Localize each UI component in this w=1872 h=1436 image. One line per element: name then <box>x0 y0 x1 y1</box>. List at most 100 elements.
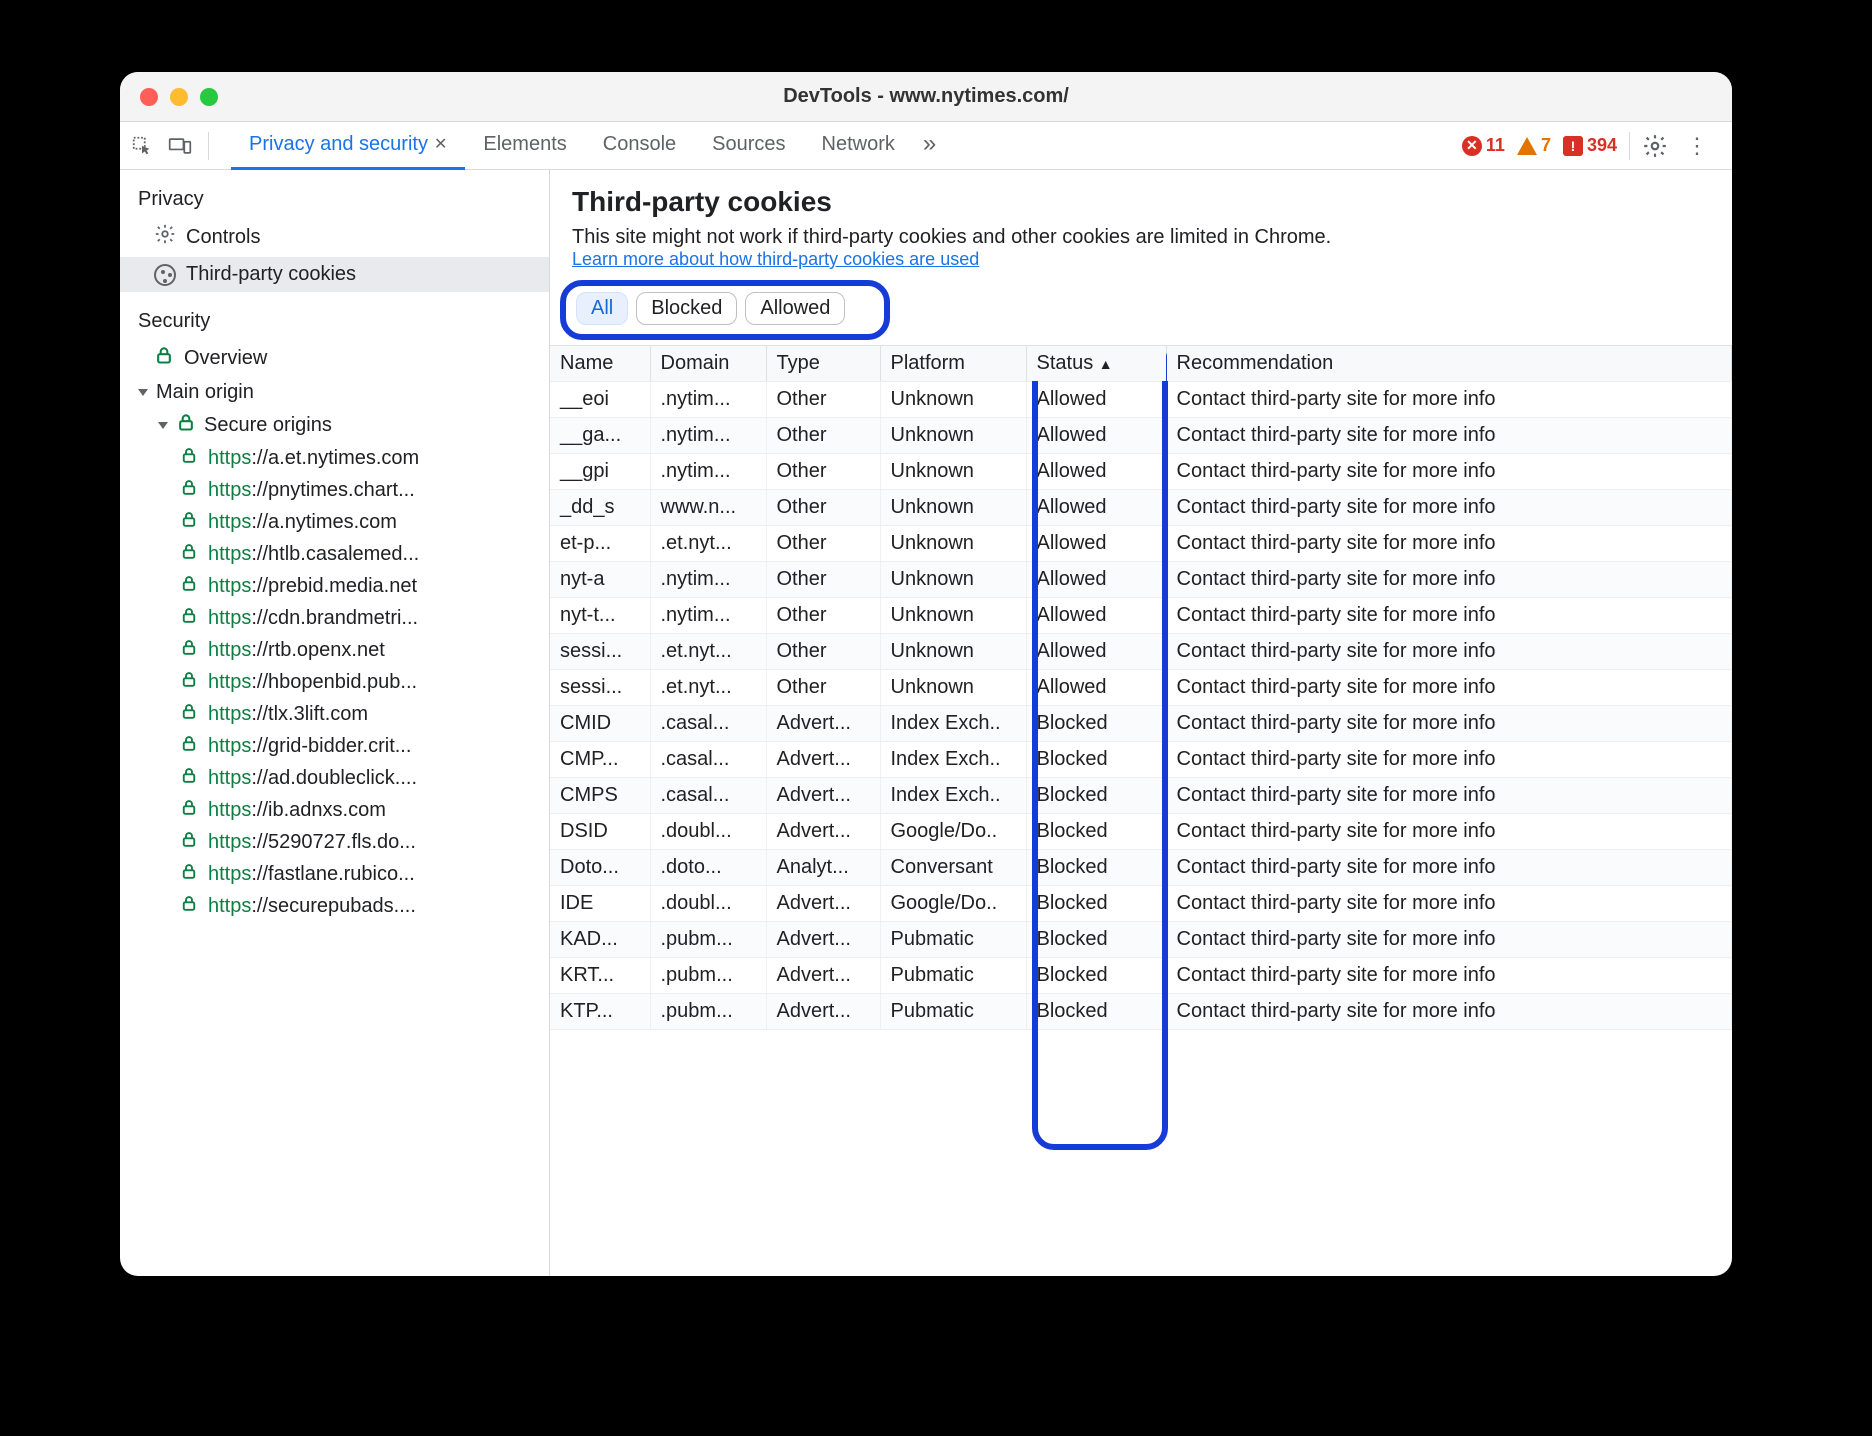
lock-icon <box>176 412 196 438</box>
minimize-window-button[interactable] <box>170 88 188 106</box>
origin-item[interactable]: https://ad.doubleclick.... <box>120 762 549 794</box>
cookie-icon <box>154 264 176 286</box>
issue-count[interactable]: ! 394 <box>1563 135 1617 156</box>
table-row[interactable]: et-p....et.nyt...OtherUnknownAllowedCont… <box>550 526 1732 562</box>
table-row[interactable]: Doto....doto...Analyt...ConversantBlocke… <box>550 850 1732 886</box>
filter-blocked[interactable]: Blocked <box>636 292 737 325</box>
filter-allowed[interactable]: Allowed <box>745 292 845 325</box>
cell-domain: .doubl... <box>650 886 766 922</box>
origin-item[interactable]: https://tlx.3lift.com <box>120 698 549 730</box>
table-row[interactable]: CMPS.casal...Advert...Index Exch..Blocke… <box>550 778 1732 814</box>
table-row[interactable]: __eoi.nytim...OtherUnknownAllowedContact… <box>550 382 1732 418</box>
origin-item[interactable]: https://hbopenbid.pub... <box>120 666 549 698</box>
cell-platform: Unknown <box>880 562 1026 598</box>
origin-item[interactable]: https://grid-bidder.crit... <box>120 730 549 762</box>
cell-status: Blocked <box>1026 886 1166 922</box>
origin-url: https://securepubads.... <box>208 895 416 918</box>
cell-status: Allowed <box>1026 454 1166 490</box>
cell-platform: Pubmatic <box>880 994 1026 1030</box>
titlebar: DevTools - www.nytimes.com/ <box>120 72 1732 122</box>
cell-domain: www.n... <box>650 490 766 526</box>
table-row[interactable]: KTP....pubm...Advert...PubmaticBlockedCo… <box>550 994 1732 1030</box>
table-row[interactable]: nyt-a.nytim...OtherUnknownAllowedContact… <box>550 562 1732 598</box>
divider <box>1629 132 1630 160</box>
error-count[interactable]: ✕ 11 <box>1462 135 1505 156</box>
inspect-element-icon[interactable] <box>128 132 156 160</box>
sidebar-item-third-party-cookies[interactable]: Third-party cookies <box>120 257 549 292</box>
origin-item[interactable]: https://a.et.nytimes.com <box>120 442 549 474</box>
cell-domain: .nytim... <box>650 562 766 598</box>
origin-item[interactable]: https://htlb.casalemed... <box>120 538 549 570</box>
settings-icon[interactable] <box>1642 133 1668 159</box>
warning-count[interactable]: 7 <box>1517 135 1551 156</box>
origin-item[interactable]: https://cdn.brandmetri... <box>120 602 549 634</box>
origin-item[interactable]: https://securepubads.... <box>120 890 549 922</box>
origin-item[interactable]: https://fastlane.rubico... <box>120 858 549 890</box>
origin-item[interactable]: https://5290727.fls.do... <box>120 826 549 858</box>
cell-rec: Contact third-party site for more info <box>1166 634 1732 670</box>
cell-domain: .nytim... <box>650 382 766 418</box>
origin-item[interactable]: https://rtb.openx.net <box>120 634 549 666</box>
col-recommendation[interactable]: Recommendation <box>1166 346 1732 382</box>
table-row[interactable]: __ga....nytim...OtherUnknownAllowedConta… <box>550 418 1732 454</box>
cell-type: Advert... <box>766 958 880 994</box>
table-row[interactable]: __gpi.nytim...OtherUnknownAllowedContact… <box>550 454 1732 490</box>
zoom-window-button[interactable] <box>200 88 218 106</box>
more-options-icon[interactable]: ⋮ <box>1680 133 1714 159</box>
tab-console[interactable]: Console <box>585 122 694 170</box>
table-row[interactable]: nyt-t....nytim...OtherUnknownAllowedCont… <box>550 598 1732 634</box>
close-window-button[interactable] <box>140 88 158 106</box>
sidebar-item-overview[interactable]: Overview <box>120 339 549 377</box>
sidebar-heading-security: Security <box>120 306 549 339</box>
cell-status: Allowed <box>1026 490 1166 526</box>
toolbar: Privacy and security ✕ Elements Console … <box>120 122 1732 170</box>
table-row[interactable]: sessi....et.nyt...OtherUnknownAllowedCon… <box>550 670 1732 706</box>
origin-url: https://tlx.3lift.com <box>208 703 368 726</box>
table-row[interactable]: IDE.doubl...Advert...Google/Do..BlockedC… <box>550 886 1732 922</box>
cell-status: Blocked <box>1026 742 1166 778</box>
learn-more-link[interactable]: Learn more about how third-party cookies… <box>572 249 979 269</box>
lock-icon <box>180 734 198 758</box>
tab-privacy-security[interactable]: Privacy and security ✕ <box>231 122 465 170</box>
table-row[interactable]: _dd_swww.n...OtherUnknownAllowedContact … <box>550 490 1732 526</box>
lock-icon <box>180 510 198 534</box>
origin-item[interactable]: https://pnytimes.chart... <box>120 474 549 506</box>
tab-elements[interactable]: Elements <box>465 122 584 170</box>
cell-platform: Unknown <box>880 382 1026 418</box>
cell-platform: Unknown <box>880 670 1026 706</box>
sidebar-item-controls[interactable]: Controls <box>120 217 549 257</box>
origin-url: https://fastlane.rubico... <box>208 863 415 886</box>
origin-item[interactable]: https://a.nytimes.com <box>120 506 549 538</box>
tree-secure-origins[interactable]: Secure origins <box>120 408 549 442</box>
col-name[interactable]: Name <box>550 346 650 382</box>
cell-name: IDE <box>550 886 650 922</box>
origin-url: https://htlb.casalemed... <box>208 543 419 566</box>
device-toggle-icon[interactable] <box>166 132 194 160</box>
warning-icon <box>1517 137 1537 155</box>
origin-item[interactable]: https://prebid.media.net <box>120 570 549 602</box>
cell-status: Allowed <box>1026 418 1166 454</box>
table-row[interactable]: CMID.casal...Advert...Index Exch..Blocke… <box>550 706 1732 742</box>
col-type[interactable]: Type <box>766 346 880 382</box>
tree-main-origin[interactable]: Main origin <box>120 377 549 408</box>
more-tabs-button[interactable]: » <box>913 122 946 170</box>
table-row[interactable]: sessi....et.nyt...OtherUnknownAllowedCon… <box>550 634 1732 670</box>
cell-type: Analyt... <box>766 850 880 886</box>
cell-type: Other <box>766 454 880 490</box>
cell-domain: .et.nyt... <box>650 526 766 562</box>
table-row[interactable]: CMP....casal...Advert...Index Exch..Bloc… <box>550 742 1732 778</box>
tab-sources[interactable]: Sources <box>694 122 803 170</box>
close-icon[interactable]: ✕ <box>434 134 447 154</box>
col-status[interactable]: Status ▲ <box>1026 346 1166 382</box>
cell-type: Advert... <box>766 742 880 778</box>
table-row[interactable]: DSID.doubl...Advert...Google/Do..Blocked… <box>550 814 1732 850</box>
table-row[interactable]: KAD....pubm...Advert...PubmaticBlockedCo… <box>550 922 1732 958</box>
tab-network[interactable]: Network <box>804 122 913 170</box>
table-row[interactable]: KRT....pubm...Advert...PubmaticBlockedCo… <box>550 958 1732 994</box>
filter-all[interactable]: All <box>576 292 628 325</box>
origin-item[interactable]: https://ib.adnxs.com <box>120 794 549 826</box>
col-platform[interactable]: Platform <box>880 346 1026 382</box>
cell-domain: .nytim... <box>650 598 766 634</box>
col-domain[interactable]: Domain <box>650 346 766 382</box>
window-title: DevTools - www.nytimes.com/ <box>120 85 1732 108</box>
